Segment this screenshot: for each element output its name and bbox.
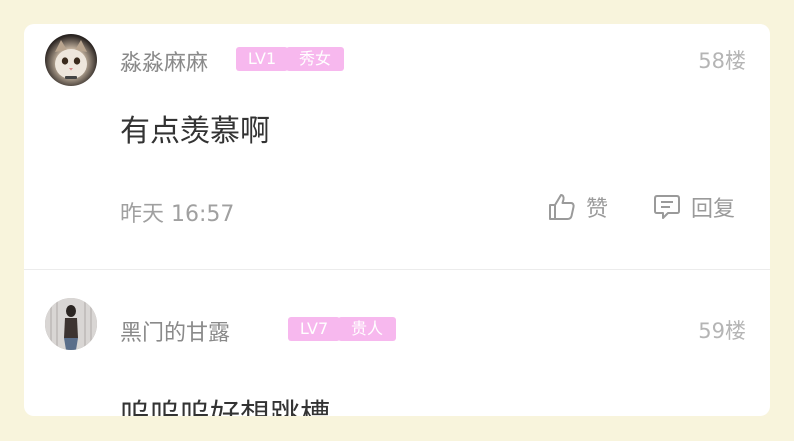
comment-text: 有点羡慕啊 [120,114,270,149]
comment-item: 黑门的甘露 LV7 贵人 59楼 呜呜呜好想跳槽 [24,270,770,416]
like-label: 赞 [586,197,609,222]
avatar[interactable] [45,298,97,350]
avatar[interactable] [45,34,97,86]
like-button[interactable]: 赞 [546,189,608,225]
person-avatar-icon [45,298,97,350]
reply-label: 回复 [691,197,736,222]
comment-text: 呜呜呜好想跳槽 [120,398,330,416]
comment-item: 淼淼麻麻 LV1 秀女 58楼 有点羡慕啊 昨天 16:57 赞 回复 [24,24,770,269]
comment-card: 淼淼麻麻 LV1 秀女 58楼 有点羡慕啊 昨天 16:57 赞 回复 黑门的甘… [24,24,770,416]
username[interactable]: 黑门的甘露 [120,315,230,347]
username[interactable]: 淼淼麻麻 [120,45,208,77]
title-badge: 秀女 [286,47,344,71]
thumbs-up-icon [549,194,575,220]
floor-number: 58楼 [698,49,746,73]
reply-button[interactable]: 回复 [651,189,735,225]
comment-icon [654,195,680,219]
cat-avatar-icon [55,40,87,79]
title-badge: 贵人 [338,317,396,341]
floor-number: 59楼 [698,319,746,343]
timestamp: 昨天 16:57 [120,202,235,227]
level-badge: LV7 [288,317,340,341]
level-badge: LV1 [236,47,288,71]
